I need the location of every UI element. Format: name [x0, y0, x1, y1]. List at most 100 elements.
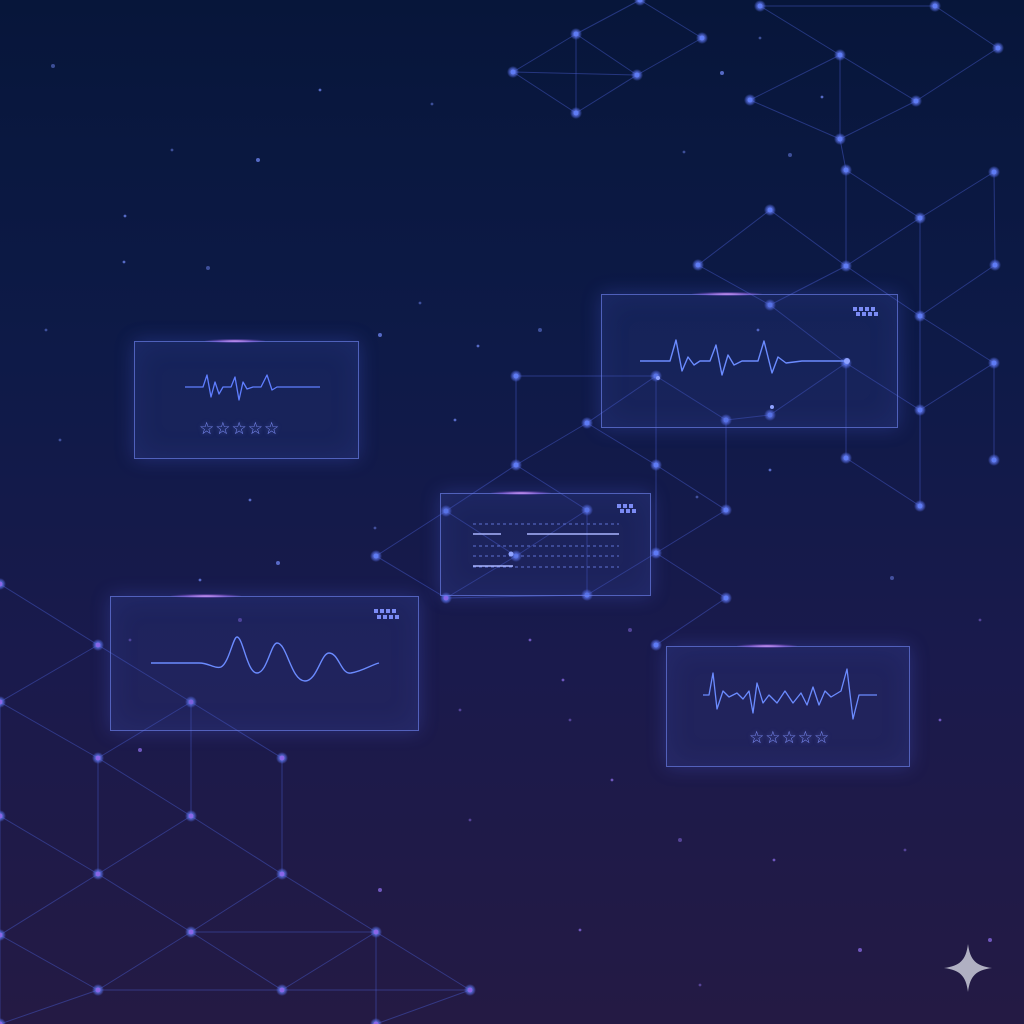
network-edge — [375, 989, 471, 1024]
network-node — [991, 360, 997, 366]
background-particle — [758, 36, 762, 40]
network-edge — [0, 989, 99, 1024]
network-node — [373, 553, 379, 559]
background-particle — [476, 344, 480, 348]
network-edge — [0, 873, 99, 936]
network-node — [95, 755, 101, 761]
background-particle — [198, 578, 202, 582]
background-particle — [528, 638, 532, 642]
background-particle — [51, 64, 55, 68]
left-waveform-rating-card: ☆☆☆☆☆ — [134, 339, 359, 459]
network-node — [843, 455, 849, 461]
dot-matrix-icon — [617, 504, 636, 513]
network-edge — [697, 209, 771, 266]
rating-stars: ☆☆☆☆☆ — [749, 728, 831, 748]
network-node — [991, 169, 997, 175]
network-node — [757, 3, 763, 9]
network-node — [917, 407, 923, 413]
background-particle — [318, 88, 322, 92]
background-particle — [378, 888, 382, 892]
background-particle — [378, 333, 382, 337]
network-edge — [375, 510, 447, 557]
background-particle — [561, 678, 565, 682]
network-edge — [0, 644, 99, 703]
network-node — [573, 110, 579, 116]
background-particle — [938, 718, 942, 722]
dot-matrix-icon — [374, 609, 399, 619]
network-edge — [993, 171, 996, 266]
sparkle-icon — [944, 944, 992, 992]
network-node — [584, 420, 590, 426]
dot-matrix-icon — [853, 307, 878, 316]
network-node — [373, 929, 379, 935]
background-particle — [568, 718, 572, 722]
background-particle — [695, 495, 699, 499]
network-node — [279, 871, 285, 877]
network-node — [513, 373, 519, 379]
background-particle — [170, 148, 174, 152]
network-edge — [512, 33, 577, 73]
network-node — [513, 462, 519, 468]
center-text-lines-card — [440, 491, 651, 596]
network-edge — [97, 931, 192, 991]
background-particle — [122, 260, 126, 264]
background-particle — [58, 438, 62, 442]
background-particle — [248, 498, 252, 502]
network-edge — [655, 597, 727, 646]
network-edge — [655, 509, 727, 554]
network-node — [747, 97, 753, 103]
network-node — [932, 3, 938, 9]
network-node — [767, 207, 773, 213]
network-node — [723, 595, 729, 601]
background-particle — [772, 858, 776, 862]
background-particle — [890, 576, 894, 580]
network-edge — [575, 74, 638, 114]
rating-stars: ☆☆☆☆☆ — [199, 419, 281, 439]
network-node — [653, 462, 659, 468]
background-particle — [678, 838, 682, 842]
network-edge — [636, 37, 703, 76]
network-node — [992, 262, 998, 268]
network-node — [653, 642, 659, 648]
background-particle — [458, 708, 462, 712]
background-particle — [788, 153, 792, 157]
background-particle — [206, 266, 210, 270]
background-particle — [720, 71, 724, 75]
network-edge — [749, 99, 841, 140]
network-node — [634, 72, 640, 78]
background-particle — [44, 328, 48, 332]
network-node — [510, 69, 516, 75]
network-edge — [919, 264, 996, 317]
network-edge — [281, 931, 377, 991]
background-particle — [418, 301, 422, 305]
network-edge — [0, 815, 99, 875]
network-node — [95, 871, 101, 877]
network-edge — [655, 464, 727, 511]
network-node — [467, 987, 473, 993]
network-node — [991, 457, 997, 463]
network-edge — [512, 71, 638, 76]
network-node — [279, 987, 285, 993]
network-edge — [190, 873, 283, 933]
network-edge — [0, 583, 99, 646]
network-node — [699, 35, 705, 41]
top-right-waveform-card — [601, 292, 898, 428]
background-particle — [610, 778, 614, 782]
background-particle — [123, 214, 127, 218]
network-node — [917, 503, 923, 509]
network-node — [837, 136, 843, 142]
network-edge — [575, 33, 638, 76]
background-particle — [903, 848, 907, 852]
network-node — [837, 52, 843, 58]
network-node — [653, 550, 659, 556]
network-node — [95, 642, 101, 648]
background-particle — [256, 158, 260, 162]
network-edge — [190, 815, 283, 875]
background-particle — [453, 418, 457, 422]
background-particle — [858, 948, 862, 952]
network-edge — [655, 552, 727, 599]
network-edge — [915, 47, 999, 102]
network-edge — [934, 5, 999, 49]
network-node — [695, 262, 701, 268]
network-edge — [190, 931, 283, 991]
